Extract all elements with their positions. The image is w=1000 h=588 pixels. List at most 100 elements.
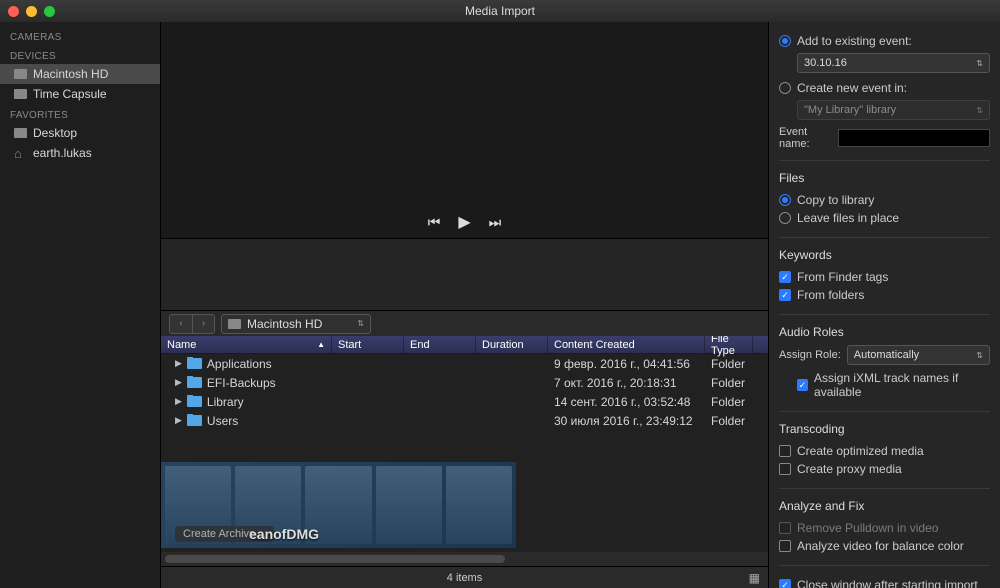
- event-section: Add to existing event: 30.10.16 ⇅ Create…: [779, 32, 990, 161]
- location-dropdown[interactable]: Macintosh HD ⇅: [221, 314, 371, 334]
- sidebar-item-label: Time Capsule: [33, 87, 107, 101]
- col-file-type[interactable]: File Type: [705, 336, 753, 353]
- col-name[interactable]: Name▲: [161, 336, 332, 353]
- row-content-created: 30 июля 2016 г., 23:49:12: [548, 414, 705, 428]
- close-window-button[interactable]: [8, 6, 19, 17]
- files-section: Files Copy to library Leave files in pla…: [779, 171, 990, 238]
- horizontal-scrollbar[interactable]: [161, 552, 768, 566]
- folder-icon: [187, 377, 202, 388]
- disclosure-triangle-icon[interactable]: ▶: [175, 415, 182, 426]
- folder-icon: [187, 415, 202, 426]
- next-button[interactable]: ⏭: [489, 214, 502, 231]
- row-file-type: Folder: [705, 414, 753, 428]
- assign-role-dropdown[interactable]: Automatically ⇅: [847, 345, 990, 365]
- col-duration[interactable]: Duration: [476, 336, 548, 353]
- folder-icon: [187, 396, 202, 407]
- checkbox-off-icon: [779, 463, 791, 475]
- chevron-updown-icon: ⇅: [976, 106, 983, 115]
- existing-event-dropdown[interactable]: 30.10.16 ⇅: [797, 53, 990, 73]
- new-event-library-dropdown: "My Library" library ⇅: [797, 100, 990, 120]
- status-text: 4 items: [447, 572, 482, 584]
- titlebar: Media Import: [0, 0, 1000, 22]
- sidebar-header-cameras: CAMERAS: [0, 26, 160, 45]
- keywords-section: Keywords ✓ From Finder tags ✓ From folde…: [779, 248, 990, 315]
- radio-on-icon: [779, 194, 791, 206]
- sidebar-header-devices: DEVICES: [0, 45, 160, 64]
- balance-color-checkbox[interactable]: Analyze video for balance color: [779, 537, 990, 555]
- filmstrip-area: [161, 238, 768, 310]
- status-bar: 4 items ▦: [161, 566, 768, 588]
- checkbox-off-icon: [779, 445, 791, 457]
- col-content-created[interactable]: Content Created: [548, 336, 705, 353]
- remove-pulldown-checkbox: Remove Pulldown in video: [779, 519, 990, 537]
- audio-roles-section: Audio Roles Assign Role: Automatically ⇅…: [779, 325, 990, 412]
- close-after-import-checkbox[interactable]: ✓ Close window after starting import: [779, 576, 990, 588]
- copy-to-library-radio[interactable]: Copy to library: [779, 191, 990, 209]
- optimized-media-checkbox[interactable]: Create optimized media: [779, 442, 990, 460]
- nav-row: ‹ › Macintosh HD ⇅: [161, 310, 768, 336]
- create-new-event-radio[interactable]: Create new event in:: [779, 79, 990, 97]
- event-name-input[interactable]: [838, 129, 990, 147]
- play-button[interactable]: ▶: [458, 212, 470, 232]
- table-row[interactable]: ▶ Users 30 июля 2016 г., 23:49:12Folder: [161, 411, 768, 430]
- nav-back-button[interactable]: ‹: [170, 315, 192, 333]
- sidebar-item-time-capsule[interactable]: Time Capsule: [0, 84, 160, 104]
- table-row[interactable]: ▶ Library 14 сент. 2016 г., 03:52:48Folder: [161, 392, 768, 411]
- radio-on-icon: [779, 35, 791, 47]
- row-content-created: 9 февр. 2016 г., 04:41:56: [548, 357, 705, 371]
- proxy-media-checkbox[interactable]: Create proxy media: [779, 460, 990, 478]
- checkbox-off-icon: [779, 540, 791, 552]
- nav-forward-button[interactable]: ›: [192, 315, 214, 333]
- checkbox-off-icon: [779, 522, 791, 534]
- sidebar-item-label: Desktop: [33, 126, 77, 140]
- row-content-created: 7 окт. 2016 г., 20:18:31: [548, 376, 705, 390]
- disclosure-triangle-icon[interactable]: ▶: [175, 377, 182, 388]
- col-start[interactable]: Start: [332, 336, 404, 353]
- table-row[interactable]: ▶Applications9 февр. 2016 г., 04:41:56Fo…: [161, 354, 768, 373]
- event-name-row: Event name:: [779, 126, 990, 150]
- sidebar-item-macintosh-hd[interactable]: Macintosh HD: [0, 64, 160, 84]
- transcoding-section: Transcoding Create optimized media Creat…: [779, 422, 990, 489]
- desktop-icon: [14, 128, 27, 138]
- row-file-type: Folder: [705, 395, 753, 409]
- row-name: Library: [207, 395, 244, 409]
- chevron-updown-icon: ⇅: [976, 351, 983, 360]
- finder-tags-checkbox[interactable]: ✓ From Finder tags: [779, 268, 990, 286]
- disclosure-triangle-icon[interactable]: ▶: [175, 358, 182, 369]
- col-end[interactable]: End: [404, 336, 476, 353]
- location-label: Macintosh HD: [247, 317, 322, 331]
- chevron-updown-icon: ⇅: [976, 59, 983, 68]
- sidebar: CAMERAS DEVICES Macintosh HD Time Capsul…: [0, 22, 161, 588]
- from-folders-checkbox[interactable]: ✓ From folders: [779, 286, 990, 304]
- import-options-panel: Add to existing event: 30.10.16 ⇅ Create…: [768, 22, 1000, 588]
- sidebar-item-desktop[interactable]: Desktop: [0, 123, 160, 143]
- leave-in-place-radio[interactable]: Leave files in place: [779, 209, 990, 227]
- folder-icon: [187, 358, 202, 369]
- checkbox-on-icon: ✓: [779, 271, 791, 283]
- checkbox-on-icon: ✓: [797, 379, 808, 391]
- sidebar-header-favorites: FAVORITES: [0, 104, 160, 123]
- playback-controls: ⏮ ▶ ⏭: [428, 212, 502, 238]
- zoom-window-button[interactable]: [44, 6, 55, 17]
- minimize-window-button[interactable]: [26, 6, 37, 17]
- watermark-overlay: Create Archive… eanofDMG: [161, 462, 516, 548]
- drive-icon: [228, 319, 241, 329]
- sidebar-item-label: Macintosh HD: [33, 67, 108, 81]
- checkbox-on-icon: ✓: [779, 579, 791, 588]
- table-row[interactable]: ▶EFI-Backups7 окт. 2016 г., 20:18:31Fold…: [161, 373, 768, 392]
- add-existing-event-radio[interactable]: Add to existing event:: [779, 32, 990, 50]
- window-controls: [8, 6, 55, 17]
- view-mode-icon[interactable]: ▦: [749, 571, 760, 585]
- row-name: Applications: [207, 357, 272, 371]
- sidebar-item-home[interactable]: earth.lukas: [0, 143, 160, 163]
- disclosure-triangle-icon[interactable]: ▶: [175, 396, 182, 407]
- row-name: EFI-Backups: [207, 376, 276, 390]
- ixml-checkbox[interactable]: ✓ Assign iXML track names if available: [779, 369, 990, 401]
- table-header: Name▲ Start End Duration Content Created…: [161, 336, 768, 354]
- home-icon: [14, 148, 27, 158]
- prev-button[interactable]: ⏮: [428, 214, 441, 231]
- radio-off-icon: [779, 212, 791, 224]
- sort-asc-icon: ▲: [317, 340, 325, 349]
- row-content-created: 14 сент. 2016 г., 03:52:48: [548, 395, 705, 409]
- row-name: Users: [207, 414, 238, 428]
